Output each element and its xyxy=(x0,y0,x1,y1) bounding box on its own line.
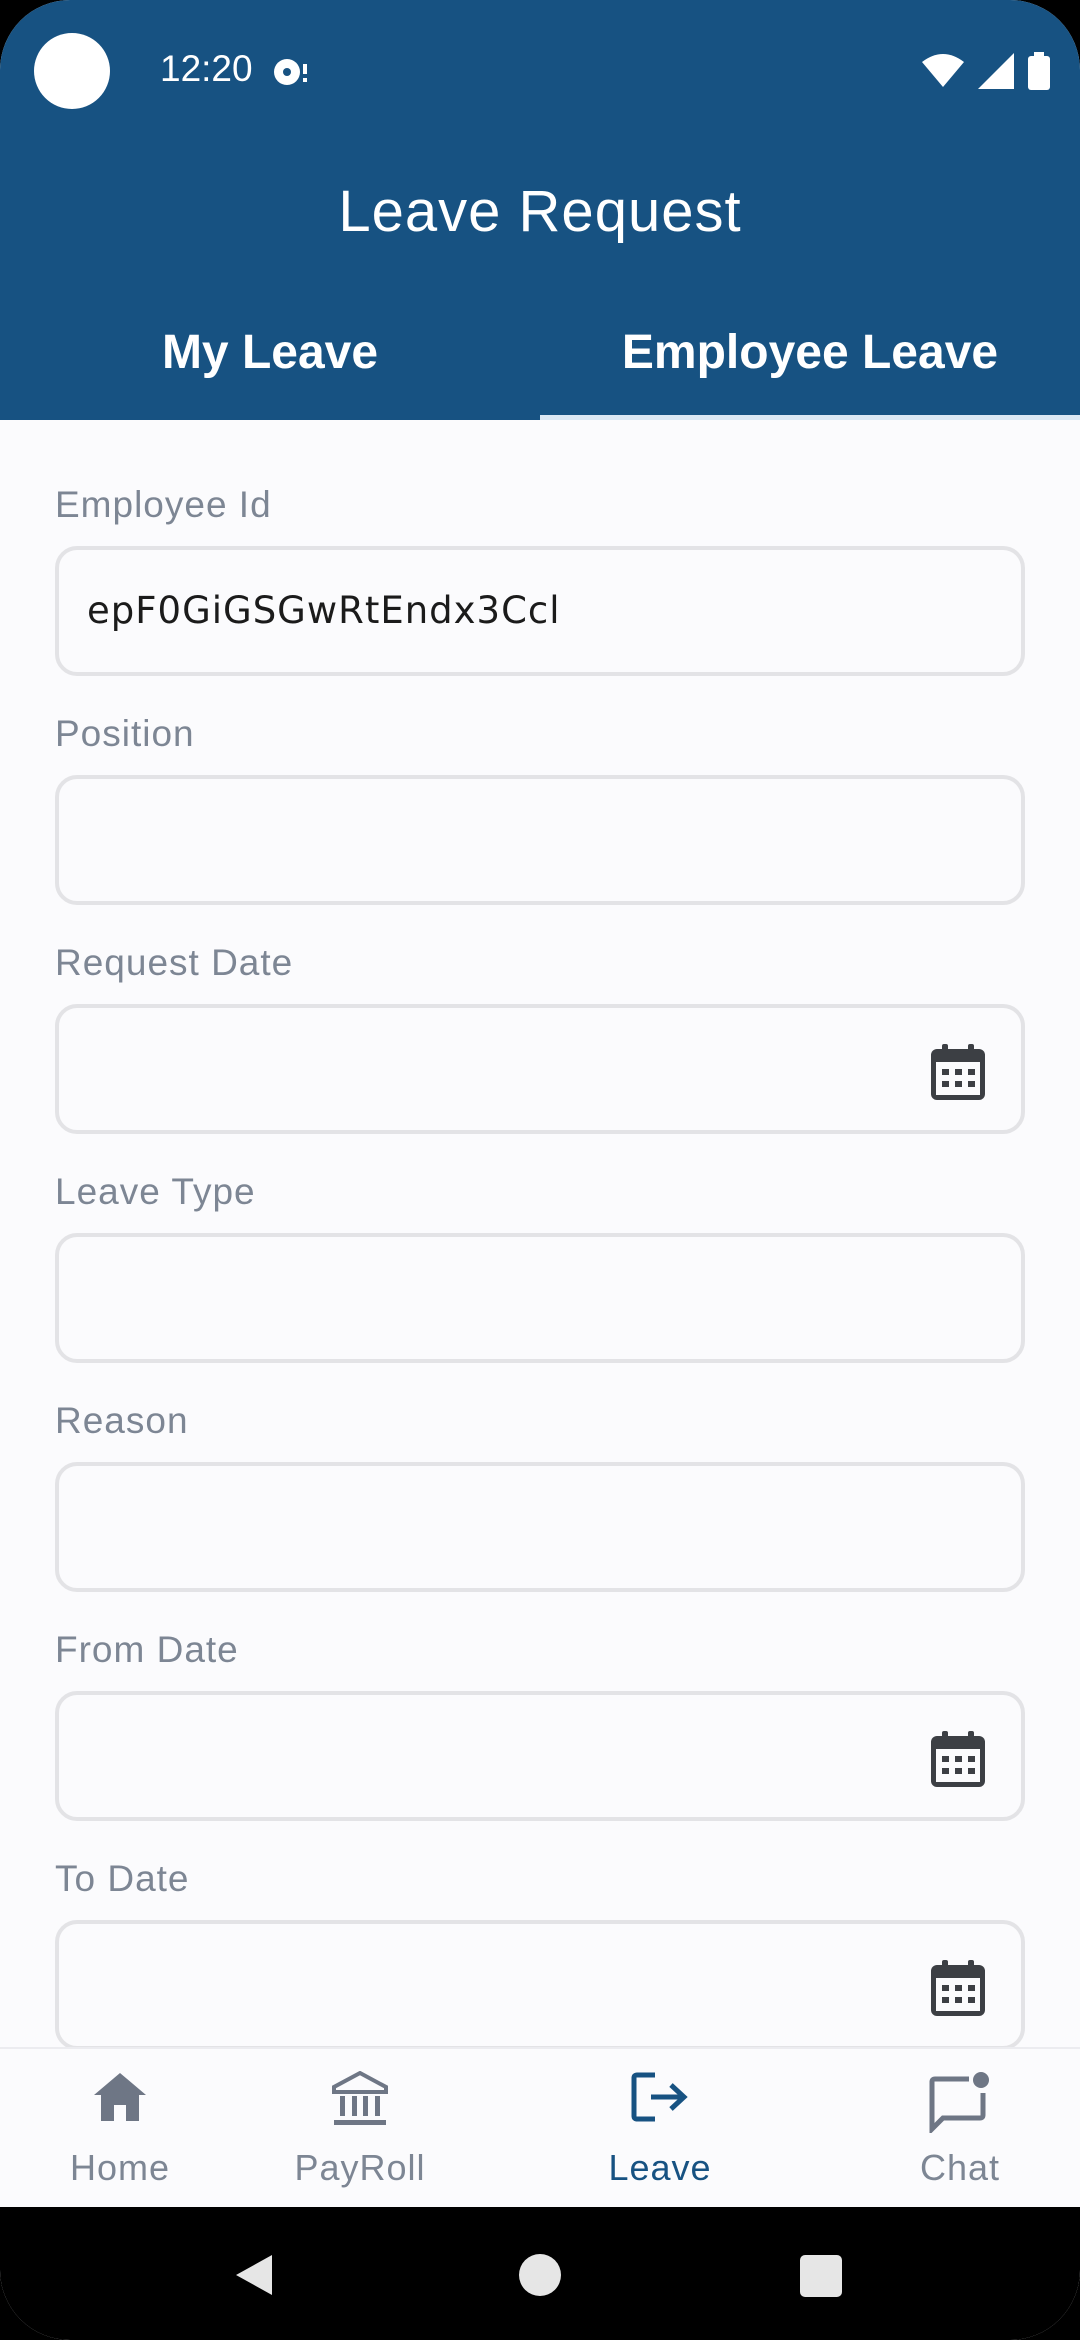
nav-home[interactable]: Home xyxy=(0,2049,240,2209)
nav-leave[interactable]: Leave xyxy=(540,2049,780,2209)
calendar-icon[interactable] xyxy=(931,1731,985,1787)
home-icon xyxy=(94,2073,146,2121)
leave-type-label: Leave Type xyxy=(55,1171,256,1212)
to-date-field: To Date xyxy=(55,1794,1025,2050)
chat-icon xyxy=(929,2072,989,2133)
signal-icon xyxy=(978,53,1014,89)
wifi-icon xyxy=(922,54,964,87)
page-title: Leave Request xyxy=(338,179,742,244)
nav-home-label: Home xyxy=(69,2147,171,2188)
employee-id-field: Employee Id epF0GiGSGwRtEndx3Ccl xyxy=(55,420,1025,676)
from-date-label: From Date xyxy=(55,1629,239,1670)
reason-field: Reason xyxy=(55,1336,1025,1592)
system-navigation-bar xyxy=(0,2207,1080,2340)
bottom-navigation: Home PayRoll Leave Chat xyxy=(0,2047,1080,2209)
nav-chat-label: Chat xyxy=(919,2147,1001,2188)
employee-id-label: Employee Id xyxy=(55,484,272,525)
nav-payroll[interactable]: PayRoll xyxy=(240,2049,480,2209)
nav-payroll-label: PayRoll xyxy=(294,2147,426,2188)
leave-type-field: Leave Type xyxy=(55,1107,1025,1363)
back-icon[interactable] xyxy=(234,2253,274,2297)
recents-icon[interactable] xyxy=(800,2255,842,2297)
bank-icon xyxy=(332,2071,388,2125)
position-field: Position xyxy=(55,649,1025,905)
tab-bar: My Leave Employee Leave xyxy=(0,305,1080,420)
reason-label: Reason xyxy=(55,1400,189,1441)
nav-chat[interactable]: Chat xyxy=(840,2049,1080,2209)
position-label: Position xyxy=(55,713,195,754)
battery-icon xyxy=(1028,52,1050,90)
request-date-field: Request Date xyxy=(55,878,1025,1134)
calendar-icon[interactable] xyxy=(931,1044,985,1100)
app-header: 12:20 Leave Request My Leave Employee Le… xyxy=(0,0,1080,420)
tab-my-leave[interactable]: My Leave xyxy=(0,305,540,420)
device-screen: 12:20 Leave Request My Leave Employee Le… xyxy=(0,0,1080,2340)
to-date-input[interactable] xyxy=(55,1920,1025,2050)
to-date-label: To Date xyxy=(55,1858,190,1899)
from-date-field: From Date xyxy=(55,1565,1025,1821)
status-time: 12:20 xyxy=(160,48,253,89)
calendar-icon[interactable] xyxy=(931,1960,985,2016)
request-date-label: Request Date xyxy=(55,942,294,983)
status-icons xyxy=(922,52,1050,90)
tab-employee-leave[interactable]: Employee Leave xyxy=(540,305,1080,420)
nav-leave-label: Leave xyxy=(608,2147,712,2188)
camera-cutout xyxy=(34,33,110,109)
home-button-icon[interactable] xyxy=(518,2253,562,2297)
leave-request-form: Employee Id epF0GiGSGwRtEndx3Ccl Positio… xyxy=(55,420,1025,2050)
notification-icon xyxy=(274,59,307,85)
status-bar: 12:20 xyxy=(0,0,1080,140)
logout-icon xyxy=(631,2072,688,2122)
